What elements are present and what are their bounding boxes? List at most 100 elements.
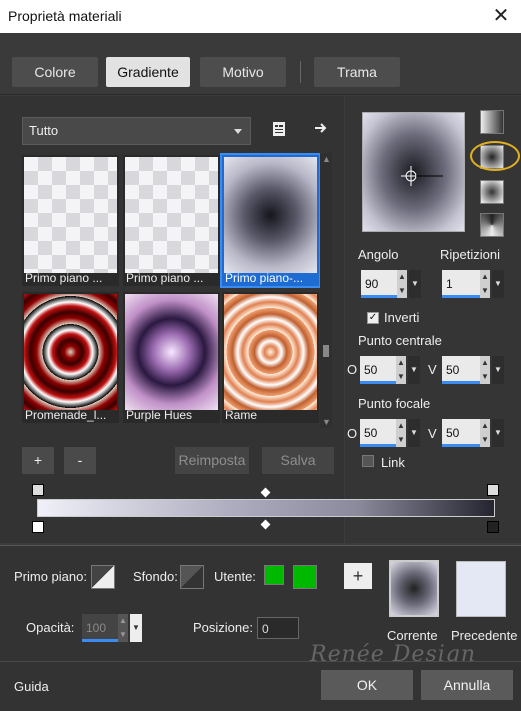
gradient-editor-bar[interactable] [37, 499, 495, 517]
add-to-swatches-button[interactable]: + [344, 563, 372, 589]
gradient-grid-scrollbar[interactable]: ▲ ▼ [320, 153, 332, 428]
gradient-thumbnail [24, 294, 117, 410]
gradient-item[interactable]: Primo piano ... [123, 155, 220, 286]
repeats-label: Ripetizioni [440, 247, 500, 262]
radial-style-icon[interactable] [480, 213, 504, 237]
center-h-spinner[interactable]: ▲ ▼ [396, 356, 406, 384]
foreground-label: Primo piano: [14, 569, 87, 584]
current-label: Corrente [387, 628, 438, 643]
gradient-label: Purple Hues [126, 408, 193, 422]
sunburst-style-icon[interactable] [480, 180, 504, 204]
angle-input[interactable]: 90 [361, 270, 397, 298]
save-button[interactable]: Salva [262, 447, 334, 474]
opacity-dropdown[interactable]: ▼ [130, 614, 142, 642]
gradient-preview[interactable] [362, 112, 465, 232]
angle-dropdown[interactable]: ▼ [409, 270, 421, 298]
ok-button[interactable]: OK [321, 670, 413, 700]
center-v-input[interactable]: 50 [442, 356, 480, 384]
angle-label: Angolo [358, 247, 399, 262]
tab-motivo[interactable]: Motivo [200, 57, 286, 87]
center-v-prefix: V [428, 362, 437, 377]
gradient-item-selected[interactable]: Primo piano-... [220, 153, 321, 288]
opacity-spinner[interactable]: ▲ ▼ [118, 614, 128, 642]
scroll-up-icon[interactable]: ▲ [322, 155, 331, 164]
focal-v-prefix: V [428, 426, 437, 441]
center-h-prefix: O [347, 362, 358, 377]
center-h-dropdown[interactable]: ▼ [408, 356, 420, 384]
user-color-swatch-2[interactable] [293, 565, 317, 589]
window-title: Proprietà materiali [8, 8, 122, 24]
tab-colore[interactable]: Colore [12, 57, 98, 87]
focal-point-label: Punto focale [358, 396, 431, 411]
reset-button[interactable]: Reimposta [175, 447, 249, 474]
stop-marker-top-right[interactable] [487, 484, 499, 496]
focal-v-spinner[interactable]: ▲ ▼ [480, 419, 490, 447]
color-stop-right[interactable] [487, 521, 499, 533]
gradient-label: Primo piano-... [225, 271, 304, 285]
category-dropdown[interactable]: Tutto [22, 117, 251, 145]
scroll-down-icon[interactable]: ▼ [322, 418, 331, 427]
close-icon[interactable]: ✕ [481, 0, 521, 33]
tab-bar: Colore Gradiente Motivo Trama [0, 33, 521, 95]
gradient-item[interactable]: Promenade_l... [22, 292, 119, 423]
angle-spinner[interactable]: ▲ ▼ [397, 270, 407, 298]
linear-style-icon[interactable] [480, 110, 504, 134]
help-link[interactable]: Guida [14, 679, 49, 694]
arrow-right-icon[interactable] [312, 120, 330, 138]
title-bar: Proprietà materiali ✕ [0, 0, 521, 33]
user-color-swatch[interactable] [264, 565, 284, 585]
repeats-dropdown[interactable]: ▼ [492, 270, 504, 298]
focal-v-input[interactable]: 50 [442, 419, 480, 447]
link-checkbox[interactable] [362, 455, 374, 467]
focal-h-prefix: O [347, 426, 358, 441]
add-gradient-button[interactable]: + [22, 447, 54, 474]
gradient-item[interactable]: Purple Hues [123, 292, 220, 423]
gradient-thumbnail [125, 294, 218, 410]
resource-manager-icon[interactable] [270, 121, 288, 139]
link-label: Link [381, 455, 405, 470]
gradient-thumbnail [125, 157, 218, 273]
gradient-thumbnail [24, 157, 117, 273]
previous-gradient-swatch[interactable] [456, 561, 506, 617]
center-v-spinner[interactable]: ▲ ▼ [480, 356, 490, 384]
focal-h-spinner[interactable]: ▲ ▼ [396, 419, 406, 447]
gradient-label: Primo piano ... [25, 271, 103, 285]
position-input[interactable]: 0 [257, 617, 299, 639]
background-swatch[interactable] [180, 565, 204, 589]
gradient-label: Promenade_l... [25, 408, 107, 422]
tab-trama[interactable]: Trama [314, 57, 400, 87]
repeats-spinner[interactable]: ▲ ▼ [480, 270, 490, 298]
stop-marker-top-left[interactable] [32, 484, 44, 496]
repeats-input[interactable]: 1 [442, 270, 480, 298]
current-gradient-swatch[interactable] [389, 560, 439, 617]
selected-style-highlight [470, 141, 520, 171]
gradient-thumbnail [224, 294, 317, 410]
gradient-item[interactable]: Rame [222, 292, 319, 423]
remove-gradient-button[interactable]: - [64, 447, 96, 474]
opacity-input[interactable]: 100 [82, 614, 118, 642]
gradient-thumbnail [224, 157, 317, 273]
invert-label: Inverti [384, 310, 420, 325]
user-label: Utente: [214, 569, 256, 584]
foreground-swatch[interactable] [91, 565, 115, 589]
center-point-label: Punto centrale [358, 333, 442, 348]
invert-checkbox[interactable]: ✓ [367, 312, 379, 324]
category-dropdown-value: Tutto [29, 123, 59, 138]
center-h-input[interactable]: 50 [360, 356, 396, 384]
tab-separator [300, 61, 301, 83]
center-v-dropdown[interactable]: ▼ [492, 356, 504, 384]
chevron-down-icon [234, 129, 242, 134]
focal-v-dropdown[interactable]: ▼ [492, 419, 504, 447]
position-label: Posizione: [193, 620, 253, 635]
scroll-thumb[interactable] [323, 345, 329, 357]
focal-h-dropdown[interactable]: ▼ [408, 419, 420, 447]
background-label: Sfondo: [133, 569, 178, 584]
gradient-item[interactable]: Primo piano ... [22, 155, 119, 286]
focal-h-input[interactable]: 50 [360, 419, 396, 447]
gradient-grid: Primo piano ... Primo piano ... Primo pi… [22, 153, 322, 428]
previous-label: Precedente [451, 628, 518, 643]
cancel-button[interactable]: Annulla [421, 670, 513, 700]
color-stop-left[interactable] [32, 521, 44, 533]
gradient-label: Primo piano ... [126, 271, 204, 285]
tab-gradiente[interactable]: Gradiente [106, 57, 190, 87]
